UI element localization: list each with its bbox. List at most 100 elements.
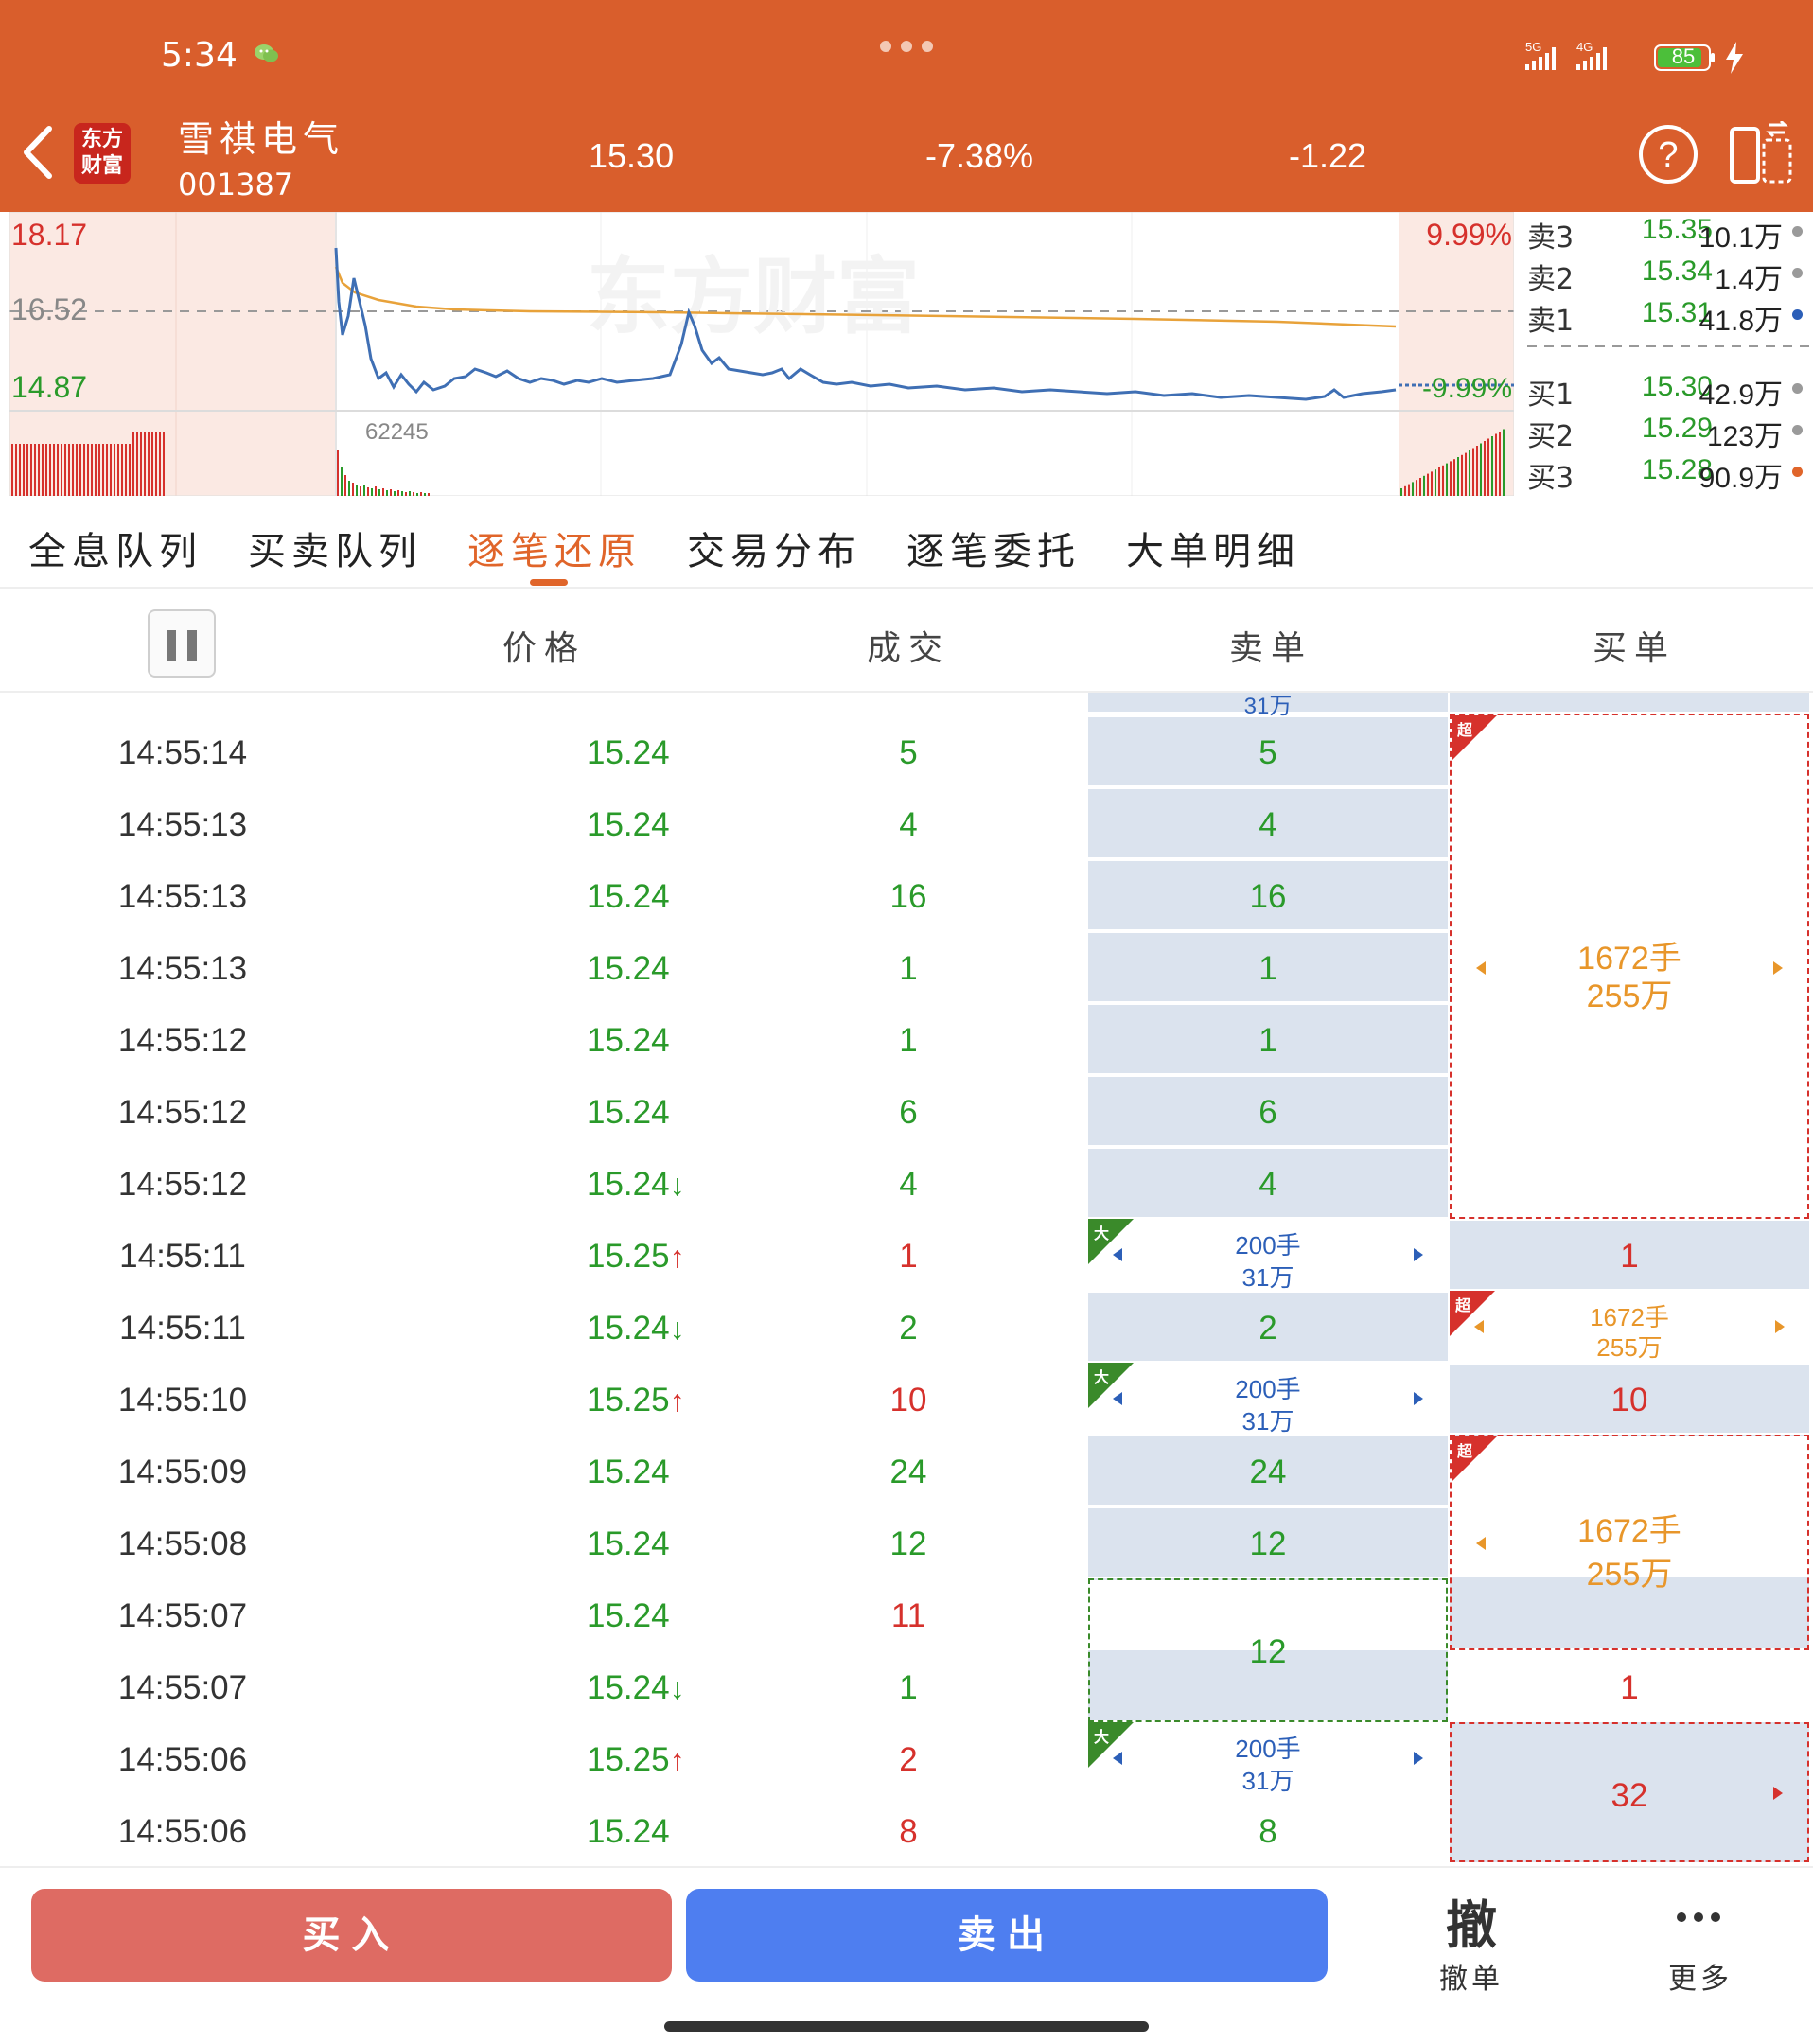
pre-market-volume-bar — [106, 444, 108, 496]
intraday-chart[interactable]: 东方财富 18.17 16.52 14.87 9.99% -9.99% 6224… — [0, 212, 1813, 496]
tab-trade-distribution[interactable]: 交易分布 — [687, 520, 861, 575]
column-volume[interactable]: 成交 — [837, 621, 979, 670]
pause-icon — [187, 630, 197, 661]
current-price: 15.30 — [589, 136, 675, 175]
trade-price: 15.25↑ — [587, 1382, 685, 1418]
large-sell-order[interactable]: 大 200手 31万 — [1088, 1722, 1448, 1795]
trade-price: 15.24 — [587, 1813, 670, 1850]
change-amount: -1.22 — [1289, 136, 1367, 175]
column-price[interactable]: 价格 — [473, 621, 615, 670]
sell-order-cell[interactable]: 8 — [1088, 1796, 1448, 1864]
volume-max-label: 62245 — [365, 419, 429, 445]
price-direction-icon: ↓ — [669, 1312, 685, 1346]
pre-market-volume-bar — [117, 444, 119, 496]
trade-time: 14:55:10 — [117, 1382, 248, 1418]
trade-time: 14:55:14 — [117, 734, 248, 771]
trade-price: 15.25↑ — [587, 1741, 685, 1778]
sell-order-cell[interactable]: 16 — [1088, 861, 1448, 929]
large-sell-order[interactable]: 大 200手 31万 — [1088, 1363, 1448, 1436]
post-market-volume-bar — [1453, 459, 1455, 496]
more-dots-icon[interactable] — [878, 34, 935, 59]
sell-order-cell[interactable]: 4 — [1088, 1149, 1448, 1217]
sell-order-cell[interactable]: 1 — [1088, 933, 1448, 1001]
post-market-volume-bar — [1457, 457, 1459, 496]
trade-price: 15.24 — [587, 1094, 670, 1131]
tab-large-orders[interactable]: 大单明细 — [1126, 520, 1300, 575]
pre-market-volume-bar — [53, 444, 55, 496]
buy-order-cell[interactable]: 1 — [1450, 1652, 1809, 1720]
pre-market-volume-bar — [34, 444, 36, 496]
sell-button[interactable]: 卖出 — [686, 1889, 1328, 1982]
pre-market-volume-bar — [76, 444, 78, 496]
trade-price: 15.24 — [587, 1454, 670, 1490]
more-label: 更多 — [1668, 1963, 1733, 1996]
post-market-volume-bar — [1491, 436, 1493, 496]
intraday-volume-bar — [363, 485, 365, 496]
post-market-volume-bar — [1461, 454, 1463, 496]
trade-price: 15.24↓ — [587, 1166, 685, 1203]
post-market-volume-bar — [1487, 438, 1489, 496]
pre-market-volume-bar — [87, 444, 89, 496]
app-logo: 东方 财富 — [74, 123, 131, 184]
sell-order-cell[interactable]: 12 — [1088, 1508, 1448, 1577]
price-direction-icon: ↓ — [669, 1671, 685, 1705]
bid-label: 买2 — [1527, 420, 1575, 453]
trade-volume: 16 — [889, 878, 927, 915]
cancel-label: 撤单 — [1439, 1963, 1504, 1996]
trade-time: 14:55:13 — [117, 950, 248, 987]
post-market-volume-bar — [1427, 473, 1429, 496]
tab-bar: 全息队列 买卖队列 逐笔还原 交易分布 逐笔委托 大单明细 — [0, 496, 1813, 587]
tab-tick-orders[interactable]: 逐笔委托 — [906, 520, 1081, 575]
super-large-buy-order[interactable]: 超 1672手 255万 — [1450, 1435, 1809, 1650]
buy-order-cell[interactable]: 1 — [1450, 1221, 1809, 1289]
intraday-volume-bar — [360, 486, 361, 496]
ask-label: 卖3 — [1527, 221, 1575, 255]
bid-marker-dot — [1792, 425, 1803, 435]
merged-sell-order[interactable]: 12 — [1088, 1578, 1448, 1722]
back-arrow-icon[interactable] — [17, 123, 59, 182]
app-header: 5:34 5G 4G 85 东方 财富 雪祺电气 001387 15.30 -7… — [0, 0, 1813, 212]
pre-market-volume-bar — [121, 444, 123, 496]
sell-order-cell[interactable]: 24 — [1088, 1436, 1448, 1505]
order-book-divider — [1527, 345, 1813, 347]
ask-marker-dot — [1792, 309, 1803, 320]
column-buy-order[interactable]: 买单 — [1563, 621, 1705, 670]
merged-buy-order[interactable]: 32 — [1450, 1722, 1809, 1862]
ask-label: 卖2 — [1527, 263, 1575, 296]
pre-market-volume-bar — [148, 432, 150, 496]
pre-market-volume-bar — [136, 432, 138, 496]
switch-layout-icon[interactable] — [1728, 121, 1794, 187]
tab-bid-ask-queue[interactable]: 买卖队列 — [248, 520, 422, 575]
pre-market-volume-bar — [102, 444, 104, 496]
pre-market-volume-bar — [83, 444, 85, 496]
help-icon[interactable]: ? — [1637, 123, 1699, 185]
large-sell-order[interactable]: 大 200手 31万 — [1088, 1219, 1448, 1292]
tab-full-queue[interactable]: 全息队列 — [28, 520, 202, 575]
buy-order-cell[interactable]: 10 — [1450, 1365, 1809, 1433]
pre-market-volume-bar — [61, 444, 62, 496]
buy-button[interactable]: 买入 — [31, 1889, 672, 1982]
column-sell-order[interactable]: 卖单 — [1200, 621, 1342, 670]
sell-order-cell[interactable]: 4 — [1088, 789, 1448, 857]
sell-order-cell[interactable]: 6 — [1088, 1077, 1448, 1145]
tab-tick-restore[interactable]: 逐笔还原 — [467, 520, 642, 575]
intraday-volume-bar — [382, 488, 384, 496]
trade-volume: 8 — [899, 1813, 918, 1850]
post-market-volume-bar — [1400, 488, 1402, 496]
sell-order-cell[interactable]: 1 — [1088, 1005, 1448, 1073]
watermark: 东方财富 — [587, 248, 920, 345]
stock-code: 001387 — [178, 167, 294, 203]
post-market-volume-bar — [1412, 482, 1414, 496]
post-market-volume-bar — [1469, 450, 1470, 496]
super-large-buy-order[interactable]: 超 1672手 255万 — [1450, 1291, 1809, 1363]
ask-marker-dot — [1792, 226, 1803, 237]
trade-list[interactable]: 31万 14:55:14 15.24 5 14:55:13 15.24 4 14:55:13… — [0, 693, 1813, 1866]
sell-order-cell[interactable]: 5 — [1088, 717, 1448, 785]
pause-button[interactable] — [148, 609, 216, 678]
intraday-volume-bar — [356, 485, 358, 496]
super-large-buy-order[interactable]: 超 1672手 255万 — [1450, 714, 1809, 1219]
post-market-volume-bar — [1484, 441, 1486, 496]
sell-order-cell[interactable]: 2 — [1088, 1293, 1448, 1361]
pre-market-volume-bar — [155, 432, 157, 496]
pre-market-volume-bar — [68, 444, 70, 496]
